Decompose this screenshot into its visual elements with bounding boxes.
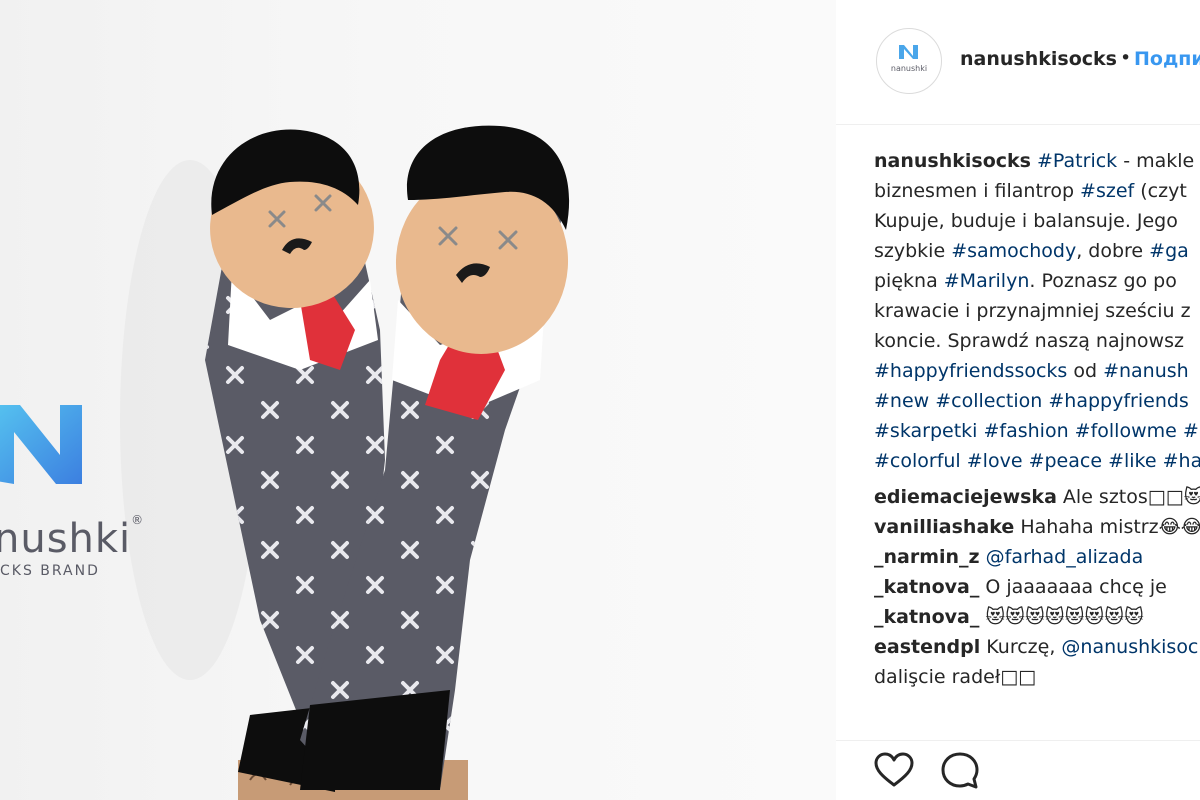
hashtag-link[interactable]: #followme: [1075, 420, 1177, 442]
comment-text: Kurczę,: [980, 636, 1062, 658]
follow-button[interactable]: Подпи: [1134, 48, 1200, 70]
caption-text: biznesmen i filantrop: [874, 180, 1081, 202]
caption-text: od: [1067, 360, 1104, 382]
caption-line: #new #collection #happyfriends: [874, 386, 1200, 416]
caption-line: koncie. Sprawdź naszą najnowsz: [874, 326, 1200, 356]
speech-bubble-icon: [941, 752, 979, 789]
avatar[interactable]: nanushki: [876, 28, 942, 94]
hashtag-link[interactable]: #ha: [1163, 450, 1200, 472]
comment-text: Hahaha mistrz😂😂: [1014, 516, 1200, 538]
hashtag-link[interactable]: #fashion: [983, 420, 1068, 442]
brand-wordmark: nushki®: [0, 512, 145, 562]
post-actions-bar: [836, 740, 1200, 800]
comment-username[interactable]: vanilliashake: [874, 516, 1014, 538]
header-separator: •: [1120, 47, 1132, 69]
caption-line: nanushkisocks #Patrick - makle: [874, 146, 1200, 176]
comment-mention-link[interactable]: @nanushkisoc: [1061, 636, 1198, 658]
caption-line: krawacie i przynajmniej sześciu z: [874, 296, 1200, 326]
heart-outline-icon: [874, 752, 914, 787]
caption-text: piękna: [874, 270, 944, 292]
comment-continuation: dalişcie radeł□□: [874, 666, 1037, 688]
comment-item: vanilliashake Hahaha mistrz😂😂: [874, 512, 1200, 542]
comment-username[interactable]: _narmin_z: [874, 546, 980, 568]
hashtag-link[interactable]: #skarpetki: [874, 420, 977, 442]
comments-list: ediemaciejewska Ale sztos□□😻 vanilliashak…: [874, 482, 1200, 692]
caption-text: krawacie i przynajmniej sześciu z: [874, 300, 1191, 322]
hashtag-link[interactable]: #new: [874, 390, 929, 412]
comment-username[interactable]: ediemaciejewska: [874, 486, 1057, 508]
hashtag-link[interactable]: #collection: [935, 390, 1042, 412]
comment-item: _narmin_z @farhad_alizada: [874, 542, 1200, 572]
comments-fade: [836, 712, 1200, 740]
brand-logo-overlay: [0, 405, 82, 484]
avatar-logo-text: nanushki: [891, 64, 927, 73]
caption-text: , dobre: [1076, 240, 1150, 262]
caption-line: biznesmen i filantrop #szef (czyt: [874, 176, 1200, 206]
post-photo[interactable]: nushki® CKS BRAND: [0, 0, 836, 800]
hashtag-link[interactable]: #nanush: [1103, 360, 1189, 382]
comment-text: 😻😻😻😻😻😻😻😻: [979, 606, 1144, 628]
caption-line: szybkie #samochody, dobre #ga: [874, 236, 1200, 266]
hashtag-link[interactable]: #samochody: [951, 240, 1076, 262]
caption-text: . Poznasz go po: [1029, 270, 1177, 292]
caption-text: szybkie: [874, 240, 952, 262]
hashtag-link[interactable]: #ga: [1149, 240, 1189, 262]
caption-text: Kupuje, buduje i balansuje. Jego: [874, 210, 1178, 232]
hashtag-link[interactable]: #love: [967, 450, 1023, 472]
comment-text: O jaaaaaaa chcę je: [979, 576, 1167, 598]
comment-username[interactable]: _katnova_: [874, 606, 979, 628]
caption-text: (czyt: [1134, 180, 1187, 202]
comment-item: ediemaciejewska Ale sztos□□😻: [874, 482, 1200, 512]
comment-button[interactable]: [938, 749, 982, 793]
comment-text: Ale sztos□□😻: [1056, 486, 1200, 508]
caption-line: #skarpetki #fashion #followme #: [874, 416, 1200, 446]
caption-line: #happyfriendssocks od #nanush: [874, 356, 1200, 386]
header-username[interactable]: nanushkisocks: [960, 48, 1117, 70]
hashtag-link[interactable]: #Marilyn: [944, 270, 1030, 292]
hashtag-link[interactable]: #happyfriendssocks: [874, 360, 1067, 382]
post-caption: nanushkisocks #Patrick - makle biznesmen …: [874, 146, 1200, 476]
caption-line: Kupuje, buduje i balansuje. Jego: [874, 206, 1200, 236]
post-sidebar: nanushki nanushkisocks • Подпи nanushkis…: [836, 0, 1200, 800]
caption-text: koncie. Sprawdź naszą najnowsz: [874, 330, 1184, 352]
caption-username[interactable]: nanushkisocks: [874, 150, 1031, 172]
hashtag-link[interactable]: #colorful: [874, 450, 961, 472]
like-button[interactable]: [872, 749, 916, 793]
hashtag-link[interactable]: #Patrick: [1037, 150, 1117, 172]
post-header: nanushki nanushkisocks • Подпи: [836, 0, 1200, 125]
comment-username[interactable]: _katnova_: [874, 576, 979, 598]
caption-line: #colorful #love #peace #like #ha: [874, 446, 1200, 476]
comment-username[interactable]: eastendpl: [874, 636, 980, 658]
caption-line: piękna #Marilyn. Poznasz go po: [874, 266, 1200, 296]
brand-tagline: CKS BRAND: [0, 563, 100, 579]
hashtag-link[interactable]: #szef: [1080, 180, 1134, 202]
comment-mention-link[interactable]: @farhad_alizada: [986, 546, 1144, 568]
hashtag-link[interactable]: #peace: [1029, 450, 1102, 472]
comment-item: _katnova_ 😻😻😻😻😻😻😻😻: [874, 602, 1200, 632]
socks-photo-illustration: [0, 125, 570, 800]
hashtag-link[interactable]: #: [1177, 420, 1199, 442]
comment-item: _katnova_ O jaaaaaaa chcę je: [874, 572, 1200, 602]
comment-item: eastendpl Kurczę, @nanushkisoc: [874, 632, 1200, 662]
caption-text: - makle: [1117, 150, 1195, 172]
hashtag-link[interactable]: #happyfriends: [1048, 390, 1188, 412]
hashtag-link[interactable]: #like: [1108, 450, 1157, 472]
